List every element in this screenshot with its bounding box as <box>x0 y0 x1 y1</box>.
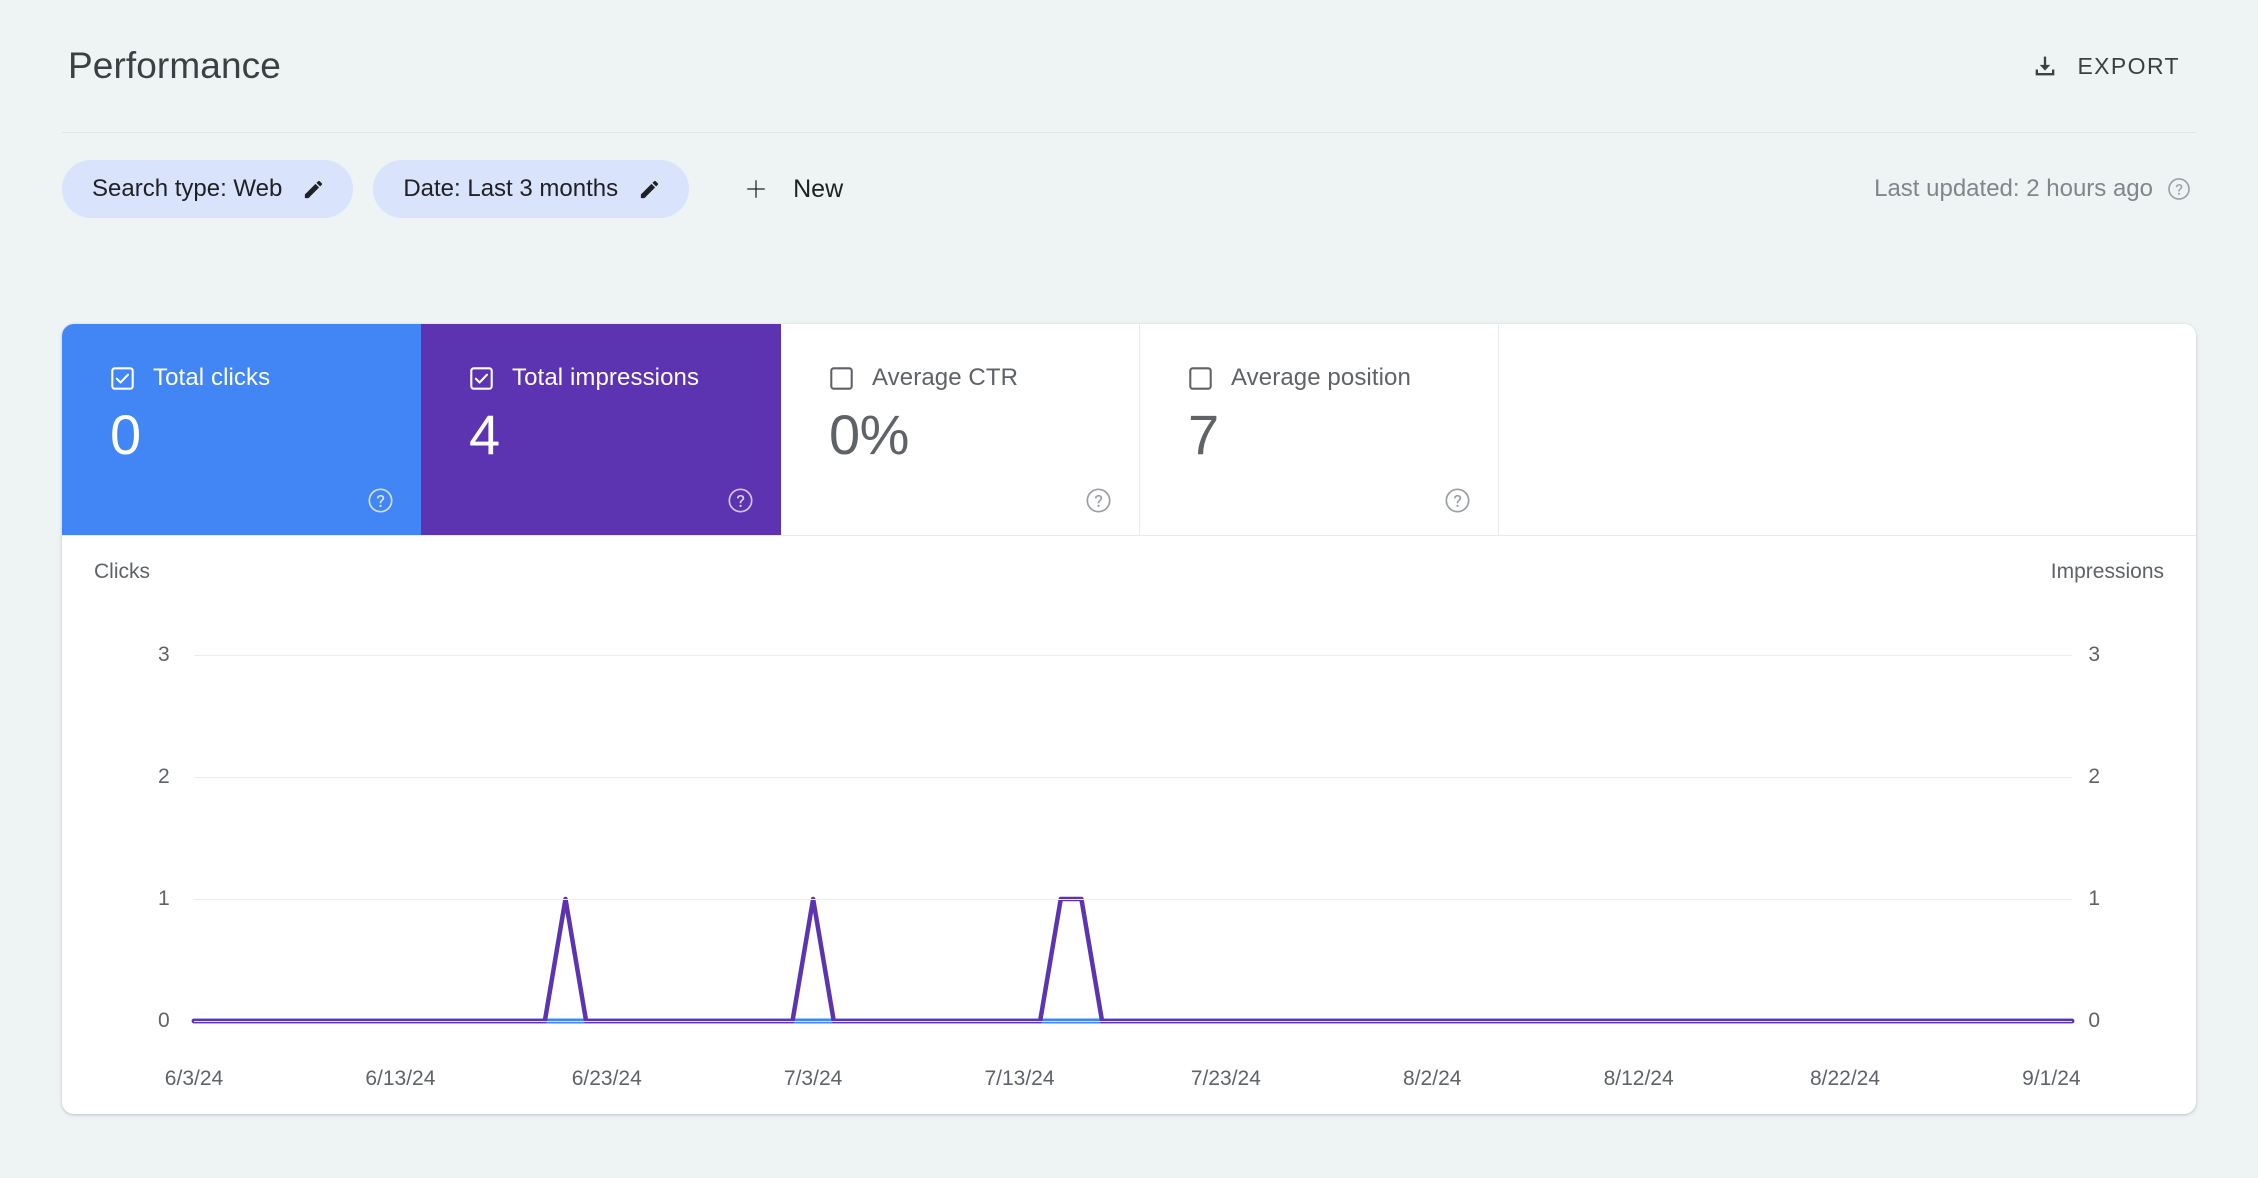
pencil-icon <box>638 178 661 201</box>
metric-head: Average CTR <box>829 364 1139 392</box>
filter-bar: Search type: Web Date: Last 3 months New… <box>62 133 2196 245</box>
filter-chip-date[interactable]: Date: Last 3 months <box>373 160 690 218</box>
metric-tile-total-clicks[interactable]: Total clicks 0 <box>62 324 421 535</box>
filter-chip-search-type[interactable]: Search type: Web <box>62 160 354 218</box>
last-updated-label: Last updated: 2 hours ago <box>1874 175 2153 202</box>
chart-gridline <box>194 899 2072 900</box>
y-axis-tick-left: 3 <box>158 643 170 666</box>
y-axis-tick-right: 2 <box>2088 765 2100 788</box>
metric-label: Total clicks <box>153 364 271 391</box>
chart-line-impressions <box>191 896 2075 1024</box>
help-icon[interactable] <box>366 486 395 515</box>
metric-value: 0 <box>110 403 141 466</box>
y-axis-tick-right: 3 <box>2088 643 2100 666</box>
checkbox-checked-icon[interactable] <box>110 366 135 391</box>
metric-head: Average position <box>1188 364 1498 392</box>
x-axis-tick: 8/12/24 <box>1603 1067 1674 1090</box>
checkbox-unchecked-icon[interactable] <box>1188 366 1213 391</box>
chart-plot-area: 0 0 1 1 2 2 3 3 6/3/24 6/13/24 6/23/24 7/3/24 7/13/2… <box>62 536 2196 1113</box>
x-axis-tick: 8/22/24 <box>1809 1067 1881 1090</box>
filter-chip-date-label: Date: Last 3 months <box>403 175 619 202</box>
metric-head: Total clicks <box>110 364 421 392</box>
x-axis-tick: 6/13/24 <box>365 1067 436 1090</box>
x-axis-tick: 7/23/24 <box>1190 1067 1261 1090</box>
metric-tile-average-position[interactable]: Average position 7 <box>1140 324 1499 535</box>
filter-chip-search-type-label: Search type: Web <box>92 175 283 202</box>
performance-chart: Clicks Impressions 0 0 1 1 2 2 3 3 6/3/24 6/13/24… <box>62 536 2196 1113</box>
performance-card: Total clicks 0 Total impressions 4 Avera… <box>62 324 2196 1114</box>
metric-tiles: Total clicks 0 Total impressions 4 Avera… <box>62 324 2196 536</box>
metric-tiles-filler <box>1499 324 2196 535</box>
y-axis-tick-right: 1 <box>2088 887 2100 910</box>
download-icon <box>2031 52 2059 80</box>
plus-icon <box>741 174 771 204</box>
export-label: EXPORT <box>2077 52 2180 79</box>
x-axis-tick: 6/3/24 <box>164 1067 224 1090</box>
pencil-icon <box>302 178 325 201</box>
checkbox-unchecked-icon[interactable] <box>829 366 854 391</box>
help-icon[interactable] <box>1443 486 1472 515</box>
add-new-filter-button[interactable]: New <box>727 161 861 217</box>
page-title: Performance <box>68 45 281 86</box>
metric-head: Total impressions <box>469 364 781 392</box>
metric-tile-average-ctr[interactable]: Average CTR 0% <box>781 324 1140 535</box>
y-axis-tick-left: 2 <box>158 765 170 788</box>
chart-gridline <box>194 655 2072 656</box>
help-icon[interactable] <box>2166 176 2192 202</box>
chart-series-layer <box>191 896 2075 1024</box>
export-button[interactable]: EXPORT <box>2021 44 2190 88</box>
x-axis-tick: 7/3/24 <box>783 1067 843 1090</box>
x-axis-tick: 7/13/24 <box>984 1067 1055 1090</box>
add-new-filter-label: New <box>793 174 844 203</box>
y-axis-tick-right: 0 <box>2088 1009 2100 1032</box>
help-icon[interactable] <box>1084 486 1113 515</box>
metric-label: Average CTR <box>872 364 1019 391</box>
last-updated: Last updated: 2 hours ago <box>1874 175 2192 203</box>
checkbox-checked-icon[interactable] <box>469 366 494 391</box>
y-axis-tick-left: 0 <box>158 1009 170 1032</box>
metric-value: 7 <box>1188 403 1219 466</box>
metric-tile-total-impressions[interactable]: Total impressions 4 <box>421 324 781 535</box>
x-axis-tick: 8/2/24 <box>1403 1067 1462 1090</box>
x-axis-tick: 6/23/24 <box>571 1067 642 1090</box>
metric-label: Total impressions <box>512 364 700 391</box>
y-axis-tick-left: 1 <box>158 887 170 910</box>
metric-value: 4 <box>469 403 500 466</box>
chart-gridline <box>194 777 2072 778</box>
metric-value: 0% <box>829 403 909 466</box>
page-header: Performance EXPORT <box>62 0 2196 133</box>
metric-label: Average position <box>1231 364 1411 391</box>
chart-gridline <box>194 1021 2072 1022</box>
x-axis-tick: 9/1/24 <box>2022 1067 2081 1090</box>
help-icon[interactable] <box>726 486 755 515</box>
